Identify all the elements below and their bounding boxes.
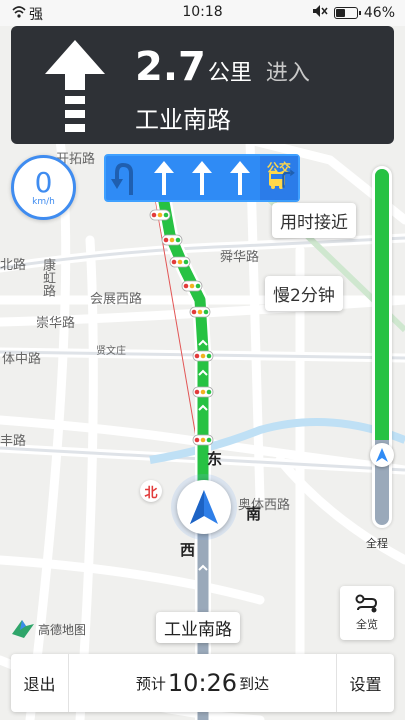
traffic-light-icon (192, 386, 214, 398)
current-road-label: 工业南路 (156, 612, 240, 643)
distance-value: 2.7 (135, 44, 206, 90)
traffic-light-icon (161, 234, 183, 246)
lane-bus: 公交 (259, 156, 299, 200)
speedometer: 0 km/h (11, 155, 76, 220)
vehicle-position (171, 474, 237, 540)
traffic-light-icon (181, 280, 203, 292)
traffic-light-icon (189, 306, 211, 318)
compass-south: 南 (246, 505, 262, 523)
lane-guidance: 公交 (104, 154, 300, 202)
overview-button[interactable]: 全览 (340, 586, 394, 640)
straight-arrow-icon (45, 40, 105, 132)
right-turn-lane-icon (282, 169, 295, 188)
next-road-name: 工业南路 (135, 106, 231, 134)
distance-row: 2.7 公里 进入 (135, 44, 310, 90)
traffic-light-icon (192, 434, 214, 446)
lane-u-turn (106, 156, 144, 200)
time-compare-bubble[interactable]: 用时接近 (272, 203, 356, 238)
progress-position-icon (370, 443, 394, 467)
map-label: 舜华路 (220, 250, 260, 265)
speed-value: 0 (34, 165, 53, 199)
traffic-light-icon (149, 209, 171, 221)
eta-prefix: 预计 (135, 674, 166, 693)
compass-west: 西 (180, 541, 196, 559)
exit-button[interactable]: 退出 (11, 654, 69, 712)
amap-logo: 高德地图 (12, 620, 86, 638)
overview-label: 全览 (356, 618, 378, 631)
eta-suffix: 到达 (239, 674, 270, 693)
status-bar: 强 10:18 46% (0, 0, 405, 26)
straight-lane-icon (230, 161, 251, 195)
navigation-arrow-icon (190, 490, 218, 524)
eta-time: 10:26 (167, 669, 238, 697)
map-label: 会展西路 (90, 292, 143, 307)
traffic-light-icon (169, 256, 191, 268)
route-overview-icon (355, 594, 378, 613)
u-turn-left-icon (111, 162, 134, 195)
map-label: 贤文庄 (96, 346, 126, 357)
map-label: 北路 (0, 258, 27, 273)
compass-east: 东 (207, 450, 223, 468)
lane-straight (221, 156, 259, 200)
turn-action: 进入 (265, 61, 310, 86)
bottom-bar: 退出 预计 10:26 到达 设置 (11, 654, 394, 712)
compass-north: 北 (140, 480, 162, 502)
settings-button[interactable]: 设置 (336, 654, 394, 712)
straight-lane-icon (153, 161, 174, 195)
amap-logo-icon (12, 620, 34, 638)
logo-text: 高德地图 (38, 622, 87, 637)
mute-icon (312, 4, 328, 22)
traffic-light-icon (192, 350, 214, 362)
route-progress-bar (372, 166, 392, 528)
battery-percent: 46% (363, 5, 395, 21)
slower-route-bubble[interactable]: 慢2分钟 (265, 276, 343, 311)
map-label: 丰路 (0, 434, 27, 449)
distance-unit: 公里 (207, 61, 252, 86)
speed-unit: km/h (32, 196, 55, 207)
eta-display: 预计 10:26 到达 (69, 654, 336, 712)
turn-instruction-card[interactable]: 2.7 公里 进入 工业南路 (11, 26, 394, 144)
map-label: 体中路 (2, 352, 42, 367)
lane-straight (183, 156, 221, 200)
battery-icon (333, 7, 361, 19)
progress-label: 全程 (366, 537, 388, 550)
map-label: 崇华路 (36, 316, 76, 331)
lane-straight (144, 156, 182, 200)
progress-completed (375, 169, 389, 440)
straight-lane-icon (192, 161, 213, 195)
map-label: 康虹路 (40, 258, 55, 297)
